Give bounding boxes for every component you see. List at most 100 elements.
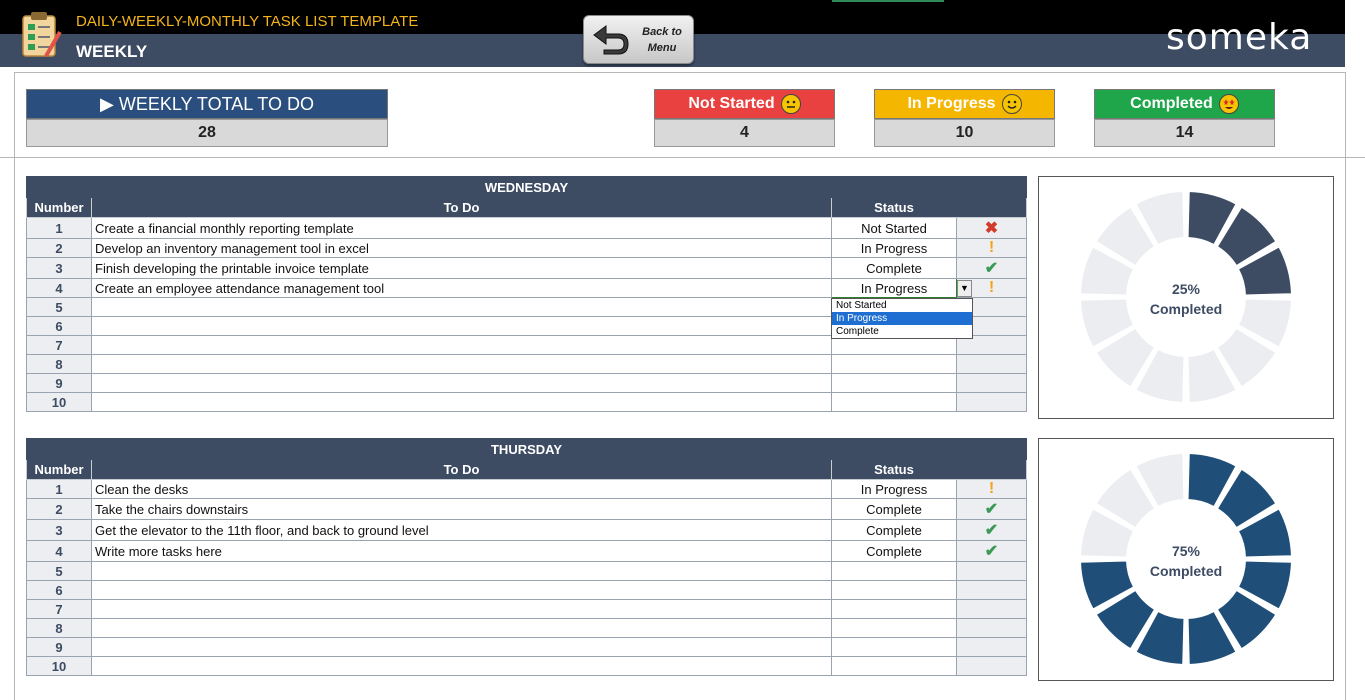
task-cell[interactable]	[91, 373, 832, 393]
status-cell[interactable]: Complete	[831, 519, 957, 541]
status-cell[interactable]	[831, 580, 957, 600]
task-number: 6	[26, 580, 92, 600]
status-cell[interactable]: Complete	[831, 540, 957, 562]
task-number: 5	[26, 297, 92, 317]
task-number: 3	[26, 257, 92, 279]
status-cell[interactable]	[831, 354, 957, 374]
task-cell[interactable]	[91, 335, 832, 355]
status-icon-cell	[956, 618, 1027, 638]
thursday-completion-chart: 75% Completed	[1038, 438, 1334, 681]
completed-label: Completed	[1130, 95, 1213, 112]
weekly-total-card: ▶ WEEKLY TOTAL TO DO 28	[26, 89, 388, 147]
col-number-header: Number	[26, 197, 92, 218]
smiling-face-icon	[1001, 94, 1022, 114]
status-icon-cell	[956, 561, 1027, 581]
status-icon-cell	[956, 599, 1027, 619]
task-number: 10	[26, 392, 92, 412]
x-icon: ✖	[956, 217, 1027, 239]
status-cell[interactable]: In Progress	[831, 278, 957, 298]
status-cell[interactable]: Complete	[831, 498, 957, 520]
app-title: DAILY-WEEKLY-MONTHLY TASK LIST TEMPLATE	[76, 13, 419, 30]
task-row: 8	[26, 618, 1027, 638]
task-number: 4	[26, 540, 92, 562]
check-icon: ✔	[956, 498, 1027, 520]
task-cell[interactable]	[91, 297, 832, 317]
task-cell[interactable]	[91, 316, 832, 336]
task-row: 7	[26, 599, 1027, 619]
back-arrow-icon	[593, 25, 629, 55]
task-cell[interactable]: Write more tasks here	[91, 540, 832, 562]
task-row: 9	[26, 373, 1027, 393]
task-cell[interactable]	[91, 580, 832, 600]
task-row: 4 Create an employee attendance managemen…	[26, 278, 1027, 298]
task-cell[interactable]	[91, 599, 832, 619]
dropdown-option[interactable]: Not Started	[832, 299, 972, 312]
task-cell[interactable]	[91, 637, 832, 657]
thursday-task-table: THURSDAY Number To Do Status 1 Clean the …	[26, 438, 1027, 676]
check-icon: ✔	[956, 540, 1027, 562]
thursday-completed-percent: 75%	[1171, 543, 1201, 559]
not-started-value: 4	[654, 119, 835, 147]
task-row: 1 Create a financial monthly reporting te…	[26, 217, 1027, 239]
task-number: 10	[26, 656, 92, 676]
status-icon-cell	[956, 373, 1027, 393]
col-status-header: Status	[831, 459, 1027, 480]
in-progress-label: In Progress	[907, 95, 996, 112]
status-cell[interactable]	[831, 637, 957, 657]
task-number: 6	[26, 316, 92, 336]
status-cell[interactable]	[831, 618, 957, 638]
task-cell[interactable]: Take the chairs downstairs	[91, 498, 832, 520]
weekly-total-value: 28	[26, 119, 388, 147]
task-cell[interactable]: Clean the desks	[91, 479, 832, 499]
col-todo-header: To Do	[91, 197, 832, 218]
task-cell[interactable]: Get the elevator to the 11th floor, and …	[91, 519, 832, 541]
wednesday-completed-text: Completed	[1149, 301, 1223, 317]
status-cell[interactable]: Not Started	[831, 217, 957, 239]
task-cell[interactable]	[91, 656, 832, 676]
status-cell[interactable]	[831, 373, 957, 393]
task-number: 7	[26, 335, 92, 355]
task-cell[interactable]: Create a financial monthly reporting tem…	[91, 217, 832, 239]
task-row: 2 Develop an inventory management tool in…	[26, 238, 1027, 258]
status-cell[interactable]: In Progress	[831, 479, 957, 499]
dropdown-option[interactable]: Complete	[832, 325, 972, 338]
status-cell[interactable]	[831, 392, 957, 412]
task-cell[interactable]	[91, 561, 832, 581]
star-struck-face-icon	[1218, 94, 1239, 114]
back-to-menu-button[interactable]: Back to Menu	[583, 15, 694, 64]
col-number-header: Number	[26, 459, 92, 480]
task-cell[interactable]	[91, 354, 832, 374]
task-number: 8	[26, 354, 92, 374]
task-number: 5	[26, 561, 92, 581]
wednesday-task-table: WEDNESDAY Number To Do Status 1 Create a …	[26, 176, 1027, 412]
status-cell[interactable]: Complete	[831, 257, 957, 279]
task-row: 6	[26, 580, 1027, 600]
task-cell[interactable]	[91, 618, 832, 638]
col-status-header: Status	[831, 197, 1027, 218]
task-cell[interactable]	[91, 392, 832, 412]
day-title: WEDNESDAY	[26, 176, 1027, 198]
exclamation-icon: !	[956, 479, 1027, 499]
status-dropdown-arrow-icon[interactable]: ▼	[957, 280, 972, 297]
top-banner: DAILY-WEEKLY-MONTHLY TASK LIST TEMPLATE …	[0, 0, 1365, 67]
task-row: 5	[26, 561, 1027, 581]
status-cell[interactable]	[831, 599, 957, 619]
task-row: 8	[26, 354, 1027, 374]
status-cell[interactable]: In Progress	[831, 238, 957, 258]
task-cell[interactable]: Create an employee attendance management…	[91, 278, 832, 298]
status-cell[interactable]	[831, 656, 957, 676]
weekly-total-label: ▶ WEEKLY TOTAL TO DO	[26, 89, 388, 119]
day-title: THURSDAY	[26, 438, 1027, 460]
task-cell[interactable]: Finish developing the printable invoice …	[91, 257, 832, 279]
completed-value: 14	[1094, 119, 1275, 147]
task-number: 9	[26, 373, 92, 393]
wednesday-completed-percent: 25%	[1171, 281, 1201, 297]
status-cell[interactable]	[831, 561, 957, 581]
dropdown-option[interactable]: In Progress	[832, 312, 972, 325]
wednesday-completion-chart: 25% Completed	[1038, 176, 1334, 419]
clipboard-checklist-icon	[22, 12, 62, 58]
task-number: 4	[26, 278, 92, 298]
status-dropdown-list[interactable]: Not Started In Progress Complete	[831, 298, 973, 339]
task-number: 8	[26, 618, 92, 638]
task-cell[interactable]: Develop an inventory management tool in …	[91, 238, 832, 258]
